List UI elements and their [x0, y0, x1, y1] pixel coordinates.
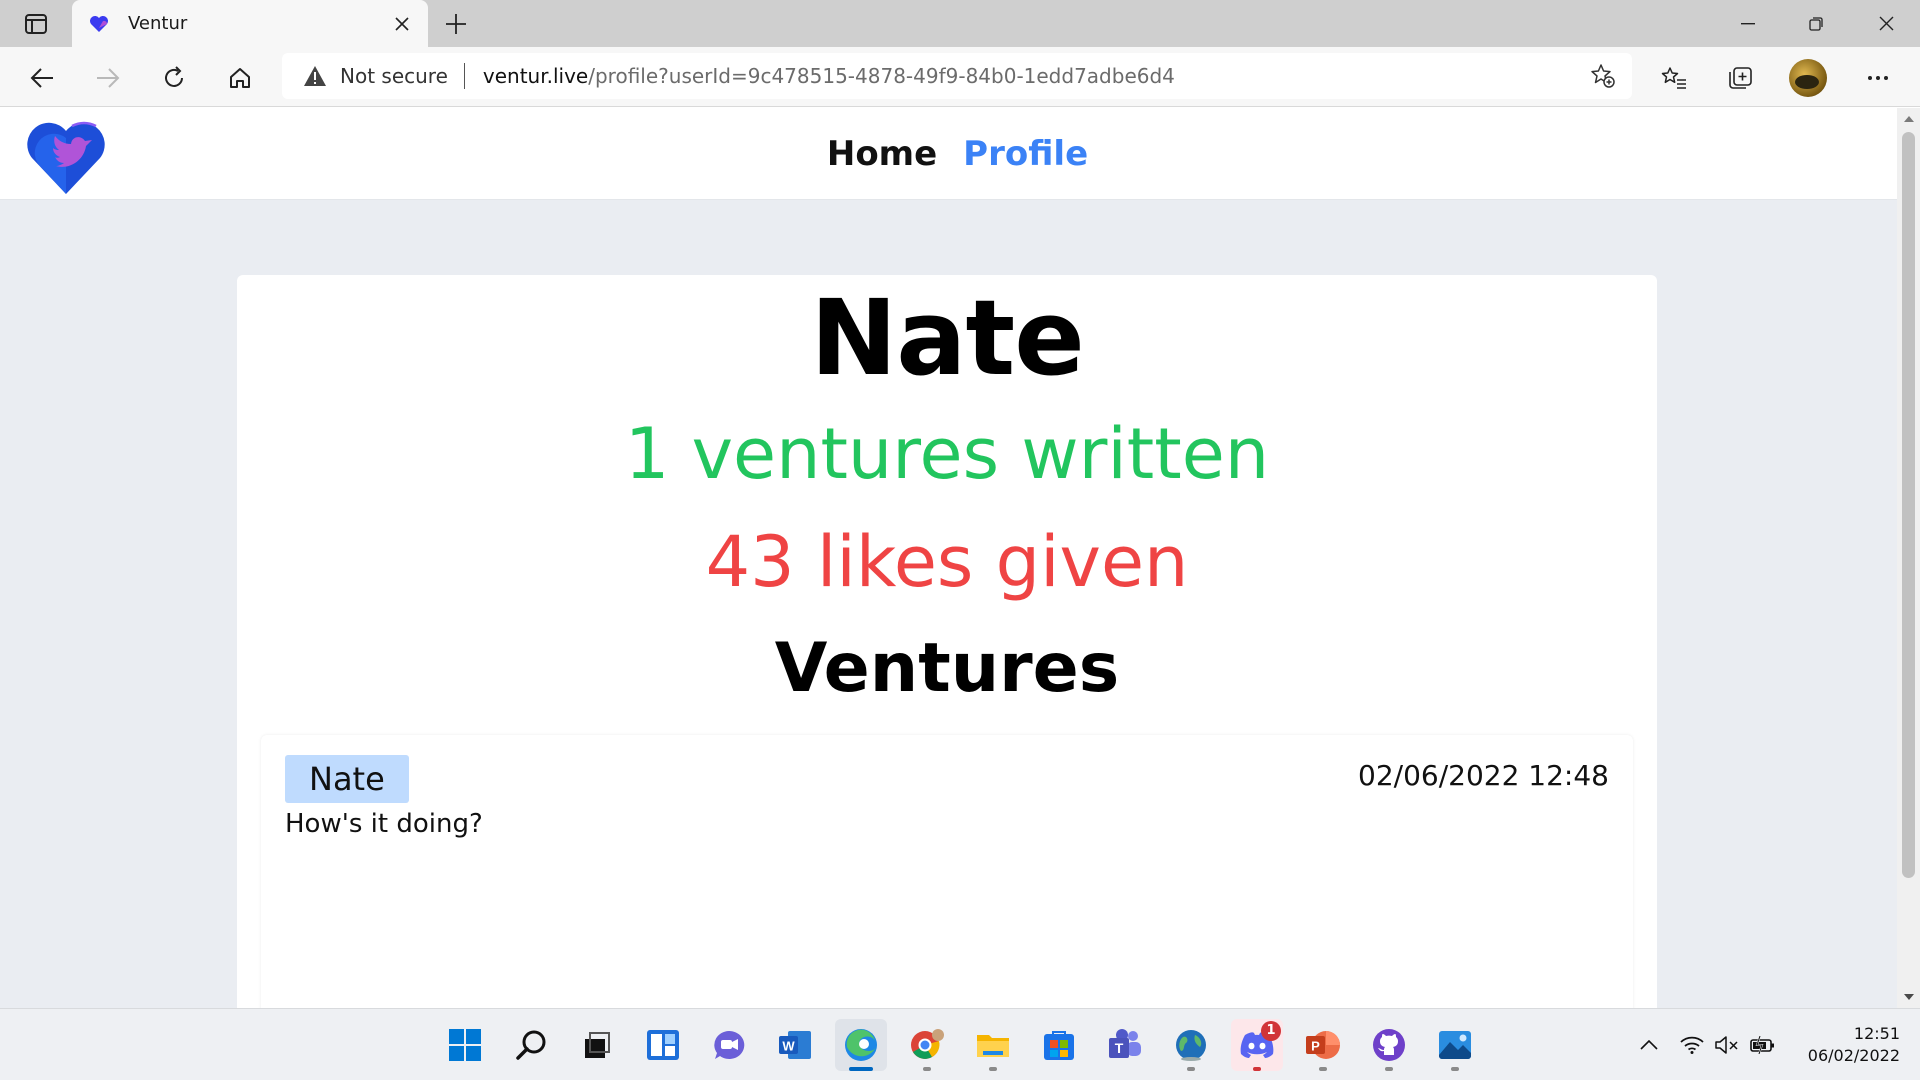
back-button[interactable]	[20, 56, 64, 100]
plus-icon	[446, 14, 466, 34]
close-window-button[interactable]	[1852, 0, 1920, 47]
globe-icon[interactable]	[1165, 1019, 1217, 1071]
task-view-icon[interactable]	[571, 1019, 623, 1071]
windows-taskbar: W T 1 P 12:51 06/02/2022	[0, 1008, 1920, 1080]
wifi-icon[interactable]	[1676, 1027, 1708, 1063]
warning-icon[interactable]	[302, 63, 328, 89]
widgets-icon[interactable]	[637, 1019, 689, 1071]
arrow-left-icon	[30, 68, 53, 88]
scrollbar-thumb[interactable]	[1902, 132, 1915, 878]
venture-post: Nate 02/06/2022 12:48 How's it doing?	[261, 735, 1633, 1008]
refresh-icon	[165, 66, 183, 87]
scroll-down-arrow-icon[interactable]	[1897, 986, 1920, 1008]
restore-icon	[1809, 16, 1823, 31]
settings-more-button[interactable]	[1856, 56, 1900, 100]
home-button[interactable]	[218, 56, 262, 100]
home-icon	[230, 68, 250, 88]
venture-text: How's it doing?	[285, 809, 483, 839]
address-bar[interactable]: Not secure ventur.live/profile?userId=9c…	[282, 53, 1632, 99]
collections-icon	[1729, 67, 1752, 89]
page-viewport: Home Profile Nate 1 ventures written 43 …	[0, 108, 1897, 1008]
url-host: ventur.live	[482, 64, 589, 88]
svg-text:W: W	[782, 1039, 795, 1054]
profile-avatar-button[interactable]	[1786, 56, 1830, 100]
teams-icon[interactable]: T	[1099, 1019, 1151, 1071]
arrow-right-icon	[97, 68, 120, 88]
new-tab-button[interactable]	[436, 4, 476, 44]
chevron-up-icon[interactable]	[1634, 1027, 1664, 1063]
add-favorite-button[interactable]	[1584, 57, 1622, 95]
system-clock[interactable]: 12:51 06/02/2022	[1780, 1023, 1900, 1067]
powerpoint-icon[interactable]: P	[1297, 1019, 1349, 1071]
svg-text:P: P	[1311, 1039, 1320, 1054]
star-add-icon	[1591, 64, 1615, 88]
browser-tab[interactable]: Ventur	[72, 0, 428, 47]
browser-toolbar: Not secure ventur.live/profile?userId=9c…	[0, 47, 1920, 107]
clock-date: 06/02/2022	[1807, 1046, 1900, 1065]
site-nav: Home Profile	[0, 108, 1897, 200]
tab-title: Ventur	[128, 13, 188, 34]
profile-name: Nate	[810, 277, 1084, 399]
file-explorer-icon[interactable]	[967, 1019, 1019, 1071]
forward-button[interactable]	[86, 56, 130, 100]
github-icon[interactable]	[1363, 1019, 1415, 1071]
close-icon	[1879, 16, 1893, 31]
chat-icon[interactable]	[703, 1019, 755, 1071]
security-label[interactable]: Not secure	[340, 64, 448, 88]
likes-given-stat: 43 likes given	[705, 521, 1189, 604]
ventures-section-title: Ventures	[774, 629, 1120, 709]
more-icon	[1868, 76, 1888, 80]
chrome-icon[interactable]	[901, 1019, 953, 1071]
nav-home-link[interactable]: Home	[827, 134, 937, 174]
discord-icon[interactable]: 1	[1231, 1019, 1283, 1071]
refresh-button[interactable]	[152, 56, 196, 100]
edge-icon[interactable]	[835, 1019, 887, 1071]
page-scrollbar[interactable]	[1897, 108, 1920, 1008]
minimize-icon	[1741, 22, 1755, 24]
discord-notification-badge: 1	[1261, 1021, 1281, 1041]
scroll-up-arrow-icon[interactable]	[1897, 108, 1920, 130]
search-icon[interactable]	[505, 1019, 557, 1071]
venture-author-chip[interactable]: Nate	[285, 755, 409, 803]
tab-actions-icon	[25, 14, 47, 34]
restore-button[interactable]	[1782, 0, 1850, 47]
site-header: Home Profile	[0, 108, 1897, 200]
start-icon[interactable]	[439, 1019, 491, 1071]
battery-charging-icon[interactable]	[1748, 1027, 1778, 1063]
volume-muted-icon[interactable]	[1712, 1027, 1742, 1063]
favorites-icon	[1661, 67, 1686, 89]
venture-timestamp: 02/06/2022 12:48	[1358, 759, 1609, 792]
clock-time: 12:51	[1853, 1024, 1900, 1043]
ventures-written-stat: 1 ventures written	[624, 413, 1270, 496]
minimize-button[interactable]	[1714, 0, 1782, 47]
profile-card: Nate 1 ventures written 43 likes given V…	[237, 275, 1657, 1008]
avatar	[1789, 59, 1827, 97]
favorites-button[interactable]	[1652, 56, 1696, 100]
word-icon[interactable]: W	[769, 1019, 821, 1071]
collections-button[interactable]	[1718, 56, 1762, 100]
address-separator	[463, 63, 465, 89]
url-path: /profile?userId=9c478515-4878-49f9-84b0-…	[588, 64, 1175, 88]
tab-actions-button[interactable]	[14, 8, 58, 40]
url-text[interactable]: ventur.live/profile?userId=9c478515-4878…	[483, 64, 1175, 88]
browser-tab-bar: Ventur	[0, 0, 1920, 47]
ventur-favicon-icon	[88, 13, 110, 35]
photos-icon[interactable]	[1429, 1019, 1481, 1071]
svg-text:T: T	[1115, 1040, 1124, 1056]
store-icon[interactable]	[1033, 1019, 1085, 1071]
close-tab-icon[interactable]	[382, 4, 422, 44]
nav-profile-link[interactable]: Profile	[963, 134, 1088, 174]
